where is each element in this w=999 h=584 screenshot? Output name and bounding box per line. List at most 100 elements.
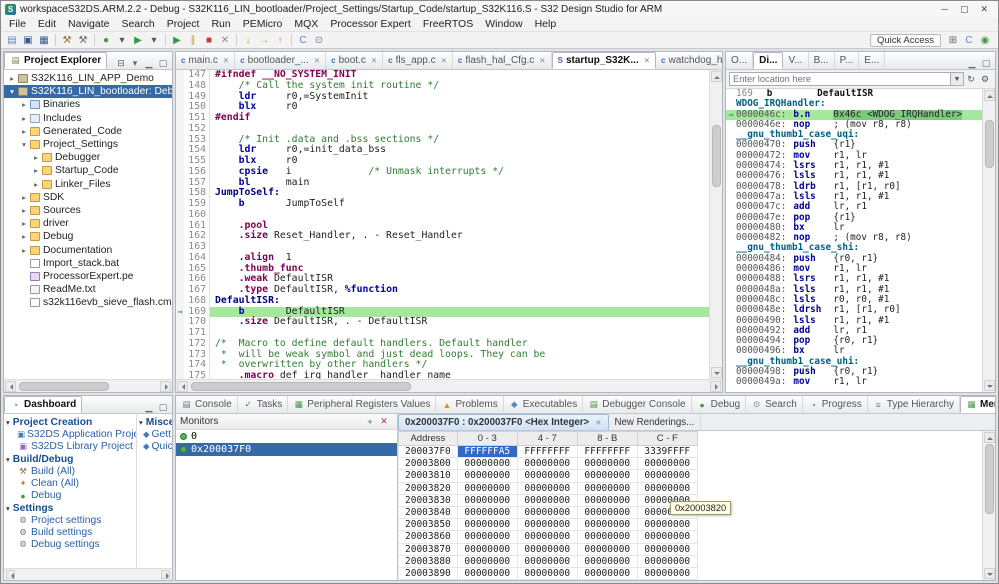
memory-cell[interactable]: 3339FFFF [637,446,697,458]
memory-cell[interactable]: 00000000 [577,543,637,555]
tree-item-startup-code[interactable]: ▸Startup_Code [4,164,172,177]
scroll-up-icon[interactable] [984,432,995,443]
memory-cell[interactable]: 00000000 [517,531,577,543]
scroll-up-icon[interactable] [984,90,995,101]
new-c-project-icon[interactable]: C [295,33,311,48]
memory-address-cell[interactable]: 20003870 [399,543,458,555]
run-icon[interactable]: ▶ [130,33,146,48]
memory-address-cell[interactable]: 20003810 [399,470,458,482]
memory-cell[interactable]: 00000000 [637,519,697,531]
code-lines[interactable]: 147#ifndef __NO_SYSTEM_INIT148 /* Call t… [176,70,709,379]
build-icon[interactable]: ⚒ [59,33,75,48]
view-tab-o[interactable]: O... [726,52,753,69]
dashboard-link-s32ds-application-project[interactable]: ▣S32DS Application Project [17,429,136,440]
view-tab-b[interactable]: B... [809,52,835,69]
location-dropdown-icon[interactable]: ▼ [951,72,964,86]
memory-cell[interactable]: 00000000 [517,458,577,470]
section-header-build-debug[interactable]: ▾Build/Debug [6,454,136,465]
menu-file[interactable]: File [3,18,32,30]
memory-cell[interactable]: 00000000 [457,458,517,470]
memory-cell[interactable]: FFFFFFA5 [457,446,517,458]
collapsed-arrow-icon[interactable]: ▸ [19,219,29,228]
menu-help[interactable]: Help [529,18,563,30]
memory-col-header-c-f[interactable]: C - F [637,432,697,446]
collapsed-arrow-icon[interactable]: ▸ [7,74,17,83]
collapsed-arrow-icon[interactable]: ▸ [19,232,29,241]
location-input[interactable] [729,72,951,86]
memory-cell[interactable]: 00000000 [457,470,517,482]
disasm-instruction-line[interactable]: 0000048e:ldrshr1, [r1, r0] [726,305,982,315]
memory-cell[interactable]: 00000000 [577,519,637,531]
close-rendering-icon[interactable]: ✕ [595,418,601,427]
terminate-icon[interactable]: ■ [201,33,217,48]
close-tab-icon[interactable]: ✕ [371,56,377,65]
close-button[interactable]: ✕ [980,4,988,15]
minimize-icon[interactable]: ▁ [965,58,979,69]
view-tab-debug[interactable]: ●Debug [692,396,746,413]
menu-run[interactable]: Run [205,18,236,30]
refresh-icon[interactable]: ↻ [964,74,978,85]
view-menu-icon[interactable]: ▾ [128,58,142,69]
scroll-down-icon[interactable] [711,367,722,378]
quick-access-button[interactable]: Quick Access [870,34,941,47]
collapsed-arrow-icon[interactable]: ▸ [19,193,29,202]
memory-address-cell[interactable]: 20003820 [399,482,458,494]
resume-icon[interactable]: ▶ [169,33,185,48]
memory-cell[interactable]: 00000000 [457,494,517,506]
memory-cell[interactable]: 00000000 [517,543,577,555]
disassembly-lines[interactable]: 169b DefaultISRWDOG_IRQHandler:→0000046c… [726,89,982,392]
scrollbar-thumb[interactable] [985,444,994,514]
scroll-right-icon[interactable] [160,381,171,392]
minimize-icon[interactable]: ▁ [142,402,156,413]
save-all-icon[interactable]: ▦ [36,33,52,48]
code-line-175[interactable]: 175 .macro def_irq_handler handler_name [176,371,709,379]
view-tab-di[interactable]: Di... [753,52,783,69]
settings-icon[interactable]: ⚙ [978,74,992,85]
tree-item-sdk[interactable]: ▸SDK [4,191,172,204]
memory-col-header-address[interactable]: Address [399,432,458,446]
view-tab-memory[interactable]: ▦Memory [960,396,995,413]
tree-item-debugger[interactable]: ▸Debugger [4,151,172,164]
editor-tab-startup-s32k[interactable]: Sstartup_S32K...✕ [552,52,656,69]
memory-cell[interactable]: 00000000 [577,555,637,567]
page-left-icon[interactable] [6,570,15,579]
maximize-button[interactable]: ▢ [960,4,969,15]
code-line-170[interactable]: 170 .size DefaultISR, . - DefaultISR [176,317,709,328]
expanded-arrow-icon[interactable]: ▾ [7,87,17,96]
minimize-icon[interactable]: ▁ [142,58,156,69]
memory-address-cell[interactable]: 20003880 [399,555,458,567]
tree-item-sources[interactable]: ▸Sources [4,204,172,217]
menu-window[interactable]: Window [479,18,528,30]
memory-vertical-scrollbar[interactable] [982,431,995,580]
memory-cell[interactable]: 00000000 [517,567,577,579]
tree-item-readme-txt[interactable]: ReadMe.txt [4,283,172,296]
tree-item-project-settings[interactable]: ▾Project_Settings [4,138,172,151]
scroll-up-icon[interactable] [711,71,722,82]
memory-cell[interactable]: 00000000 [637,555,697,567]
memory-cell[interactable]: 00000000 [517,494,577,506]
tree-item-documentation[interactable]: ▸Documentation [4,243,172,256]
memory-col-header-0-3[interactable]: 0 - 3 [457,432,517,446]
suspend-icon[interactable]: ∥ [185,33,201,48]
view-tab-progress[interactable]: ◔Progress [803,396,868,413]
memory-cell[interactable]: 00000000 [457,531,517,543]
editor-vertical-scrollbar[interactable] [709,70,722,379]
dashboard-link-clean-all[interactable]: ✦Clean (All) [17,478,136,489]
dashboard-link-s32ds-library-project[interactable]: ▣S32DS Library Project [17,441,136,452]
search-icon[interactable]: ⊙ [311,33,327,48]
memory-address-cell[interactable]: 20003850 [399,519,458,531]
scroll-left-icon[interactable] [177,381,188,392]
memory-address-cell[interactable]: 200037F0 [399,446,458,458]
view-tab-executables[interactable]: ◆Executables [504,396,583,413]
close-tab-icon[interactable]: ✕ [223,56,229,65]
minimize-button[interactable]: ─ [942,4,948,15]
memory-cell[interactable]: 00000000 [577,567,637,579]
maximize-icon[interactable]: ▢ [979,58,993,69]
section-header-project-creation[interactable]: ▾Project Creation [6,417,136,428]
debug-icon[interactable]: ● [98,33,114,48]
view-tab-p[interactable]: P... [835,52,860,69]
maximize-icon[interactable]: ▢ [156,58,170,69]
tab-dashboard[interactable]: ◔ Dashboard [4,396,82,413]
memory-col-header-8-b[interactable]: 8 - B [577,432,637,446]
memory-cell[interactable]: 00000000 [637,470,697,482]
